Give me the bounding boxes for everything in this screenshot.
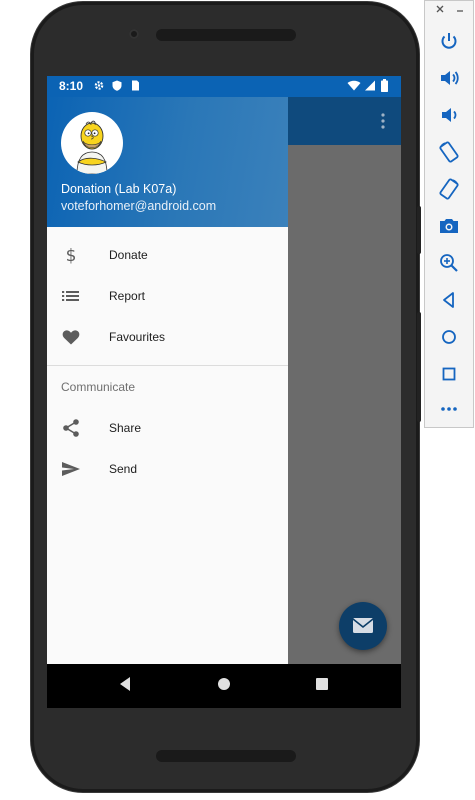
shield-icon [112,80,122,91]
menu-item-label: Send [109,462,138,476]
menu-item-label: Donate [109,248,148,262]
volume-down-icon[interactable] [437,103,461,127]
send-icon [62,462,80,476]
wifi-icon [347,80,361,91]
menu-item-report[interactable]: Report [47,276,288,317]
dollar-icon: $ [66,246,77,265]
recents-icon[interactable] [315,676,329,692]
battery-icon [381,79,388,92]
list-icon [62,291,79,301]
heart-icon [62,330,80,345]
close-icon[interactable] [436,5,444,13]
status-bar: 8:10 [47,76,401,97]
power-side-button[interactable] [417,206,421,254]
volume-up-icon[interactable] [437,66,461,90]
front-camera [129,29,139,39]
email-fab[interactable] [339,602,387,650]
menu-item-label: Report [109,289,146,303]
drawer-header-name: Donation (Lab K07a) [61,182,177,196]
rotate-right-icon[interactable] [437,177,461,201]
mail-icon [352,618,374,633]
menu-item-favourites[interactable]: Favourites [47,317,288,358]
more-icon[interactable] [437,397,461,421]
menu-item-share[interactable]: Share [47,408,288,449]
emulator-toolbar [424,0,474,428]
drawer-section-title: Communicate [61,380,136,394]
rotate-left-icon[interactable] [437,140,461,164]
menu-item-donate[interactable]: $ Donate [47,235,288,276]
zoom-in-icon[interactable] [437,251,461,275]
more-vert-icon[interactable] [377,112,389,130]
settings-icon [94,81,104,90]
status-time: 8:10 [59,79,84,93]
drawer-header: Donation (Lab K07a) voteforhomer@android… [47,97,288,227]
top-speaker [156,29,296,41]
sim-card-icon [132,80,139,91]
navigation-drawer: Donation (Lab K07a) voteforhomer@android… [47,97,288,664]
bottom-speaker [156,750,296,762]
volume-side-button[interactable] [417,312,421,422]
back-icon[interactable] [118,676,132,692]
device-screen: 8:10 Donation (Lab K07a) voteforhomer@an… [47,76,401,708]
cell-signal-icon [365,80,375,91]
menu-item-label: Share [109,421,142,435]
system-nav-bar [47,664,401,708]
minimize-icon[interactable] [456,5,464,13]
back-icon[interactable] [437,288,461,312]
camera-icon[interactable] [437,214,461,238]
menu-item-send[interactable]: Send [47,449,288,490]
homer-avatar[interactable] [61,112,123,174]
home-icon[interactable] [217,676,231,692]
drawer-scrim[interactable] [288,145,401,664]
share-icon [63,419,79,437]
menu-item-label: Favourites [109,330,166,344]
svg-text:$: $ [66,246,77,265]
drawer-header-email: voteforhomer@android.com [61,199,217,213]
overview-icon[interactable] [437,362,461,386]
power-icon[interactable] [437,29,461,53]
drawer-divider [47,365,288,366]
home-icon[interactable] [437,325,461,349]
